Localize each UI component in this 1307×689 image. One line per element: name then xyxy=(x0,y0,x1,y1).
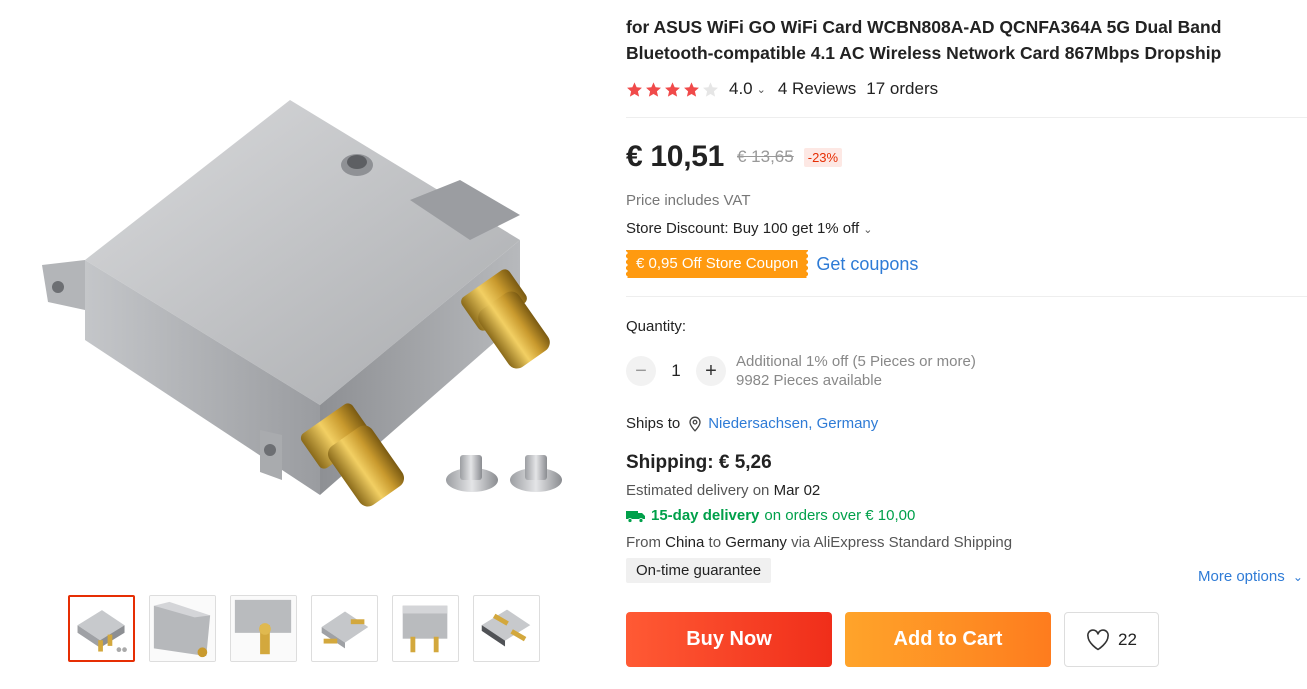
reviews-link[interactable]: 4 Reviews xyxy=(778,79,856,99)
get-coupons-link[interactable]: Get coupons xyxy=(816,254,918,275)
orders-count: 17 orders xyxy=(866,79,939,98)
divider xyxy=(626,296,1307,297)
thumbnail-2[interactable] xyxy=(149,595,216,662)
to-country: Germany xyxy=(725,534,787,551)
chevron-down-icon: ⌄ xyxy=(1292,570,1303,584)
ships-to-row: Ships to Niedersachsen, Germany xyxy=(626,415,878,432)
ships-to-location[interactable]: Niedersachsen, Germany xyxy=(708,415,878,432)
current-price: € 10,51 xyxy=(626,140,724,173)
quantity-decrease-button[interactable]: − xyxy=(626,356,656,386)
vat-note: Price includes VAT xyxy=(626,192,751,209)
store-discount-text: Store Discount: Buy 100 get 1% off xyxy=(626,220,860,237)
star-full-icon xyxy=(646,81,661,97)
wishlist-count: 22 xyxy=(1118,629,1137,649)
star-full-icon xyxy=(627,81,642,97)
thumbnail-1[interactable] xyxy=(68,595,135,662)
on-time-guarantee-badge[interactable]: On-time guarantee xyxy=(626,558,772,583)
coupon-row: € 0,95 Off Store Coupon Get coupons xyxy=(623,250,918,278)
star-full-icon xyxy=(684,81,699,97)
fast-delivery: 15-day delivery on orders over € 10,00 xyxy=(626,507,915,524)
rating-row: 4.0 ⌄ 4 Reviews 17 orders xyxy=(626,79,938,99)
chevron-down-icon: ⌄ xyxy=(863,224,873,236)
thumbnail-5[interactable] xyxy=(392,595,459,662)
heart-icon xyxy=(1087,628,1109,650)
buy-now-button[interactable]: Buy Now xyxy=(626,612,832,667)
shipping-cost: Shipping: € 5,26 xyxy=(626,452,772,473)
chevron-down-icon[interactable]: ⌄ xyxy=(757,83,766,96)
thumbnail-6[interactable] xyxy=(473,595,540,662)
more-options-link[interactable]: More options ⌄ xyxy=(1198,568,1303,585)
rating-value[interactable]: 4.0 xyxy=(729,79,753,99)
star-empty-icon xyxy=(703,81,718,97)
thumbnail-strip xyxy=(68,595,540,662)
divider xyxy=(626,117,1307,118)
quantity-label: Quantity: xyxy=(626,318,687,335)
discount-badge: -23% xyxy=(803,147,843,167)
main-product-image[interactable] xyxy=(20,40,580,550)
more-options-label: More options xyxy=(1198,568,1285,585)
wishlist-button[interactable]: 22 xyxy=(1064,612,1159,667)
to-word: to xyxy=(708,534,722,551)
truck-icon xyxy=(626,510,645,523)
shipping-route: From China to Germany via AliExpress Sta… xyxy=(626,534,1012,551)
quantity-stepper: − 1 + Additional 1% off (5 Pieces or mor… xyxy=(626,352,976,390)
ships-to-label: Ships to xyxy=(626,415,681,432)
estimated-delivery: Estimated delivery on Mar 02 xyxy=(626,482,820,499)
thumbnail-3[interactable] xyxy=(230,595,297,662)
estimated-date: Mar 02 xyxy=(773,482,821,499)
from-country: China xyxy=(665,534,705,551)
star-rating xyxy=(626,81,719,98)
estimated-prefix: Estimated delivery on xyxy=(626,482,770,499)
star-full-icon xyxy=(665,81,680,97)
quantity-increase-button[interactable]: + xyxy=(696,356,726,386)
stock-available: 9982 Pieces available xyxy=(736,372,882,389)
purchase-actions: Buy Now Add to Cart 22 xyxy=(626,612,1159,667)
location-pin-icon xyxy=(689,416,701,432)
shipping-method: via AliExpress Standard Shipping xyxy=(791,534,1013,551)
thumbnail-4[interactable] xyxy=(311,595,378,662)
bulk-discount-note: Additional 1% off (5 Pieces or more) xyxy=(736,353,976,370)
quantity-input[interactable]: 1 xyxy=(656,361,696,381)
price-row: € 10,51 € 13,65 -23% xyxy=(626,140,843,174)
original-price: € 13,65 xyxy=(737,147,794,166)
store-coupon[interactable]: € 0,95 Off Store Coupon xyxy=(623,250,811,278)
from-prefix: From xyxy=(626,534,661,551)
store-discount[interactable]: Store Discount: Buy 100 get 1% off ⌄ xyxy=(626,220,872,237)
product-title: for ASUS WiFi GO WiFi Card WCBN808A-AD Q… xyxy=(626,17,1222,63)
quantity-notes: Additional 1% off (5 Pieces or more) 998… xyxy=(736,352,976,390)
fast-delivery-label: 15-day delivery xyxy=(651,507,760,524)
add-to-cart-button[interactable]: Add to Cart xyxy=(845,612,1051,667)
fast-delivery-condition: on orders over € 10,00 xyxy=(764,507,916,524)
